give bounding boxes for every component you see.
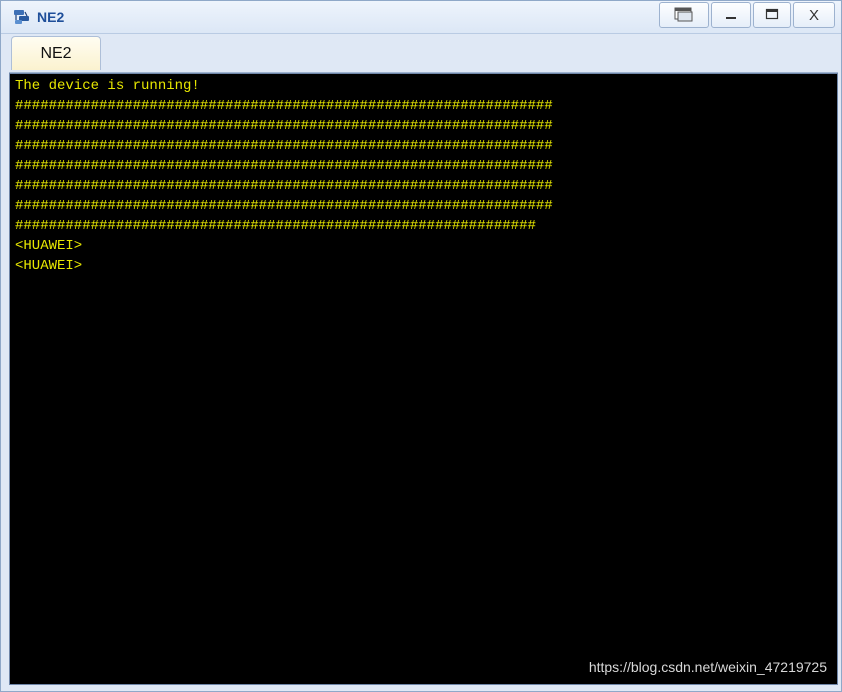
terminal-prompt: <HUAWEI> (15, 258, 83, 274)
restore-window-icon (673, 6, 695, 25)
terminal-line: ########################################… (15, 98, 553, 114)
maximize-icon (765, 7, 779, 24)
close-label: X (808, 6, 819, 24)
window-title: NE2 (37, 9, 65, 25)
terminal-line: ########################################… (15, 198, 553, 214)
title-bar[interactable]: NE2 X (1, 1, 841, 34)
terminal-line: The device is running! (15, 78, 200, 94)
tab-ne2[interactable]: NE2 (11, 36, 101, 70)
terminal-line: ########################################… (15, 218, 536, 234)
terminal-line: ########################################… (15, 118, 553, 134)
terminal-line: ########################################… (15, 138, 553, 154)
terminal-console[interactable]: The device is running! #################… (9, 73, 838, 685)
minimize-icon (724, 7, 738, 24)
minimize-button[interactable] (711, 2, 751, 28)
maximize-button[interactable] (753, 2, 791, 28)
tab-label: NE2 (40, 44, 72, 62)
device-app-icon (13, 8, 31, 26)
watermark-url: https://blog.csdn.net/weixin_47219725 (588, 659, 827, 675)
console-window: NE2 X NE2 The device is running! #######… (0, 0, 842, 692)
terminal-prompt: <HUAWEI> (15, 238, 83, 254)
close-button[interactable]: X (793, 2, 835, 28)
terminal-line: ########################################… (15, 158, 553, 174)
restore-window-button[interactable] (659, 2, 709, 28)
terminal-line: ########################################… (15, 178, 553, 194)
tab-strip: NE2 (9, 34, 838, 73)
